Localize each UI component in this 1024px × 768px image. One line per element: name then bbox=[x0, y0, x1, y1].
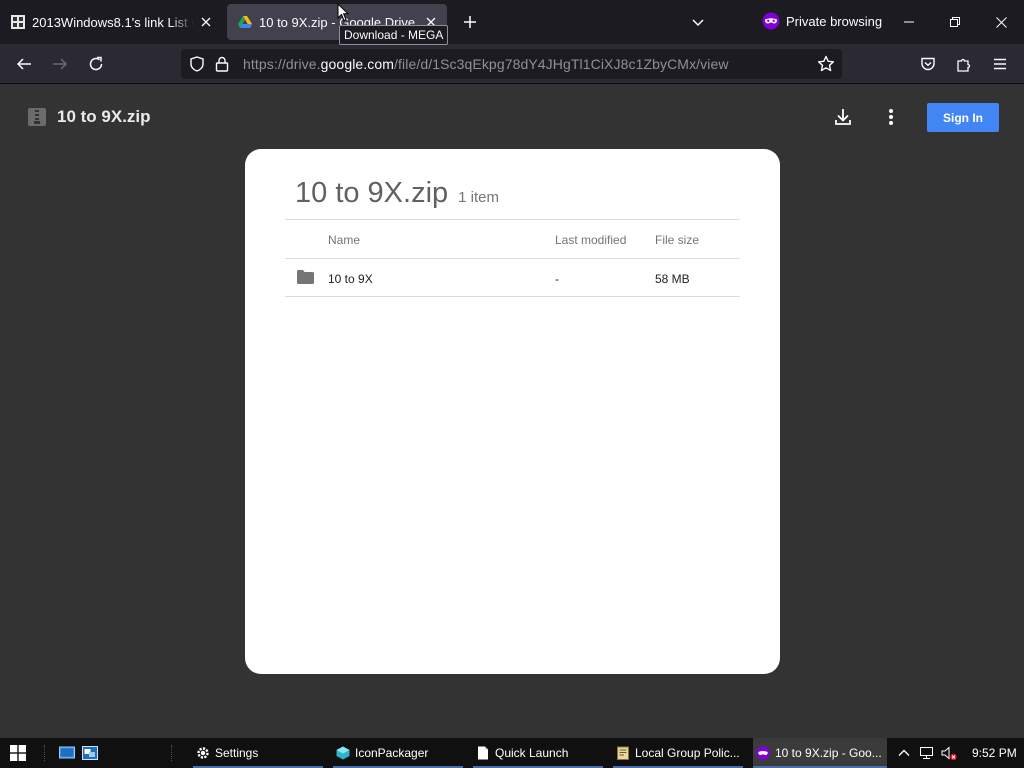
archive-contents-table: Name Last modified File size 10 to 9X - … bbox=[285, 219, 740, 297]
private-browsing-label: Private browsing bbox=[786, 13, 883, 29]
taskbar-item-label: Settings bbox=[215, 746, 259, 760]
restore-button[interactable] bbox=[932, 0, 978, 44]
private-mask-icon bbox=[756, 746, 770, 760]
forward-button[interactable] bbox=[48, 52, 72, 76]
arrow-left-icon bbox=[16, 58, 31, 70]
tracking-protection-shield-icon[interactable] bbox=[188, 55, 206, 73]
tab-tooltip: Download - MEGA bbox=[339, 25, 449, 45]
taskbar-item-quick-launch[interactable]: Quick Launch bbox=[473, 738, 603, 768]
private-mask-icon bbox=[762, 12, 780, 30]
taskbar-item-iconpackager[interactable]: IconPackager bbox=[333, 738, 463, 768]
mouse-cursor-icon bbox=[337, 3, 349, 22]
taskbar-item-local-group-policy[interactable]: Local Group Polic... bbox=[613, 738, 743, 768]
table-header-row: Name Last modified File size bbox=[285, 219, 740, 258]
windows-taskbar: Settings IconPackager Quick Launch Local… bbox=[0, 738, 1024, 768]
close-icon bbox=[995, 16, 1007, 28]
puzzle-piece-icon bbox=[957, 58, 971, 72]
archive-header: 10 to 9X.zip 1 item bbox=[295, 177, 499, 210]
chevron-up-icon[interactable] bbox=[896, 745, 912, 761]
archive-file-icon bbox=[28, 108, 46, 126]
show-desktop-icon[interactable] bbox=[59, 745, 75, 761]
document-icon bbox=[478, 746, 488, 760]
url-host: google.com bbox=[320, 56, 395, 72]
tab-close-icon[interactable] bbox=[194, 10, 218, 34]
lock-icon[interactable] bbox=[213, 55, 231, 73]
drive-header: 10 to 9X.zip Sign In bbox=[0, 85, 1024, 149]
folder-icon bbox=[297, 270, 314, 284]
private-browsing-indicator: Private browsing bbox=[762, 12, 882, 30]
taskbar-item-label: Quick Launch bbox=[495, 746, 569, 760]
iconpackager-icon bbox=[336, 746, 350, 760]
tab-link-list[interactable]: 2013Windows8.1's link List Collection bbox=[0, 4, 222, 40]
taskbar-item-label: 10 to 9X.zip - Goo... bbox=[775, 746, 882, 760]
sign-in-button[interactable]: Sign In bbox=[927, 103, 999, 132]
back-button[interactable] bbox=[12, 52, 36, 76]
extensions-button[interactable] bbox=[952, 52, 976, 76]
reload-button[interactable] bbox=[84, 52, 108, 76]
table-row[interactable]: 10 to 9X - 58 MB bbox=[285, 258, 740, 297]
bookmark-star-icon[interactable] bbox=[816, 54, 836, 74]
close-window-button[interactable] bbox=[978, 0, 1024, 44]
archive-preview-card: 10 to 9X.zip 1 item Name Last modified F… bbox=[245, 149, 780, 674]
pocket-button[interactable] bbox=[916, 52, 940, 76]
column-header-file-size: File size bbox=[655, 233, 700, 247]
minimize-icon bbox=[904, 21, 914, 23]
minimize-button[interactable] bbox=[886, 0, 932, 44]
download-button[interactable] bbox=[831, 105, 855, 129]
url-text[interactable]: https://drive.google.com/file/d/1Sc3qEkp… bbox=[243, 56, 729, 72]
download-icon bbox=[835, 109, 851, 125]
file-title: 10 to 9X.zip bbox=[57, 107, 151, 126]
url-prefix: https://drive. bbox=[243, 56, 321, 72]
pocket-icon bbox=[921, 57, 935, 71]
windows-start-icon[interactable] bbox=[10, 745, 26, 761]
list-all-tabs-button[interactable] bbox=[686, 10, 710, 34]
more-actions-button[interactable] bbox=[879, 105, 903, 129]
address-bar[interactable]: https://drive.google.com/file/d/1Sc3qEkp… bbox=[181, 49, 842, 79]
volume-muted-icon[interactable] bbox=[941, 745, 957, 761]
row-last-modified: - bbox=[555, 272, 559, 286]
navigation-toolbar: https://drive.google.com/file/d/1Sc3qEkp… bbox=[0, 44, 1024, 84]
chevron-down-icon bbox=[692, 19, 704, 27]
column-header-last-modified: Last modified bbox=[555, 233, 627, 247]
new-tab-button[interactable] bbox=[458, 10, 482, 34]
google-drive-icon bbox=[238, 16, 252, 28]
site-favicon-icon bbox=[11, 15, 25, 29]
column-header-name: Name bbox=[328, 233, 361, 247]
url-path: /file/d/1Sc3qEkpg78dY4JHgTl1CiXJ8c1ZbyCM… bbox=[394, 56, 729, 72]
tab-strip: 2013Windows8.1's link List Collection 10… bbox=[0, 0, 1024, 44]
taskbar-item-settings[interactable]: Settings bbox=[193, 738, 323, 768]
tab-title: 2013Windows8.1's link List Collection bbox=[32, 14, 194, 30]
taskbar-item-label: Local Group Polic... bbox=[635, 746, 740, 760]
taskbar-separator bbox=[171, 745, 173, 761]
archive-name: 10 to 9X.zip bbox=[295, 177, 449, 209]
policy-icon bbox=[617, 746, 629, 760]
taskbar-item-label: IconPackager bbox=[355, 746, 429, 760]
taskbar-item-firefox-drive[interactable]: 10 to 9X.zip - Goo... bbox=[753, 738, 887, 768]
hamburger-menu-icon bbox=[994, 58, 1006, 70]
gear-icon bbox=[197, 747, 209, 759]
restore-icon bbox=[950, 17, 960, 27]
application-menu-button[interactable] bbox=[988, 52, 1012, 76]
network-icon[interactable] bbox=[919, 745, 935, 761]
item-count: 1 item bbox=[458, 189, 500, 206]
plus-icon bbox=[464, 16, 476, 28]
more-vertical-icon bbox=[889, 109, 893, 125]
reload-icon bbox=[89, 56, 103, 71]
taskbar-clock[interactable]: 9:52 PM bbox=[972, 746, 1017, 760]
switch-windows-icon[interactable] bbox=[82, 745, 98, 761]
row-name: 10 to 9X bbox=[328, 272, 373, 286]
arrow-right-icon bbox=[53, 58, 68, 70]
row-file-size: 58 MB bbox=[655, 272, 690, 286]
taskbar-separator bbox=[44, 745, 46, 761]
